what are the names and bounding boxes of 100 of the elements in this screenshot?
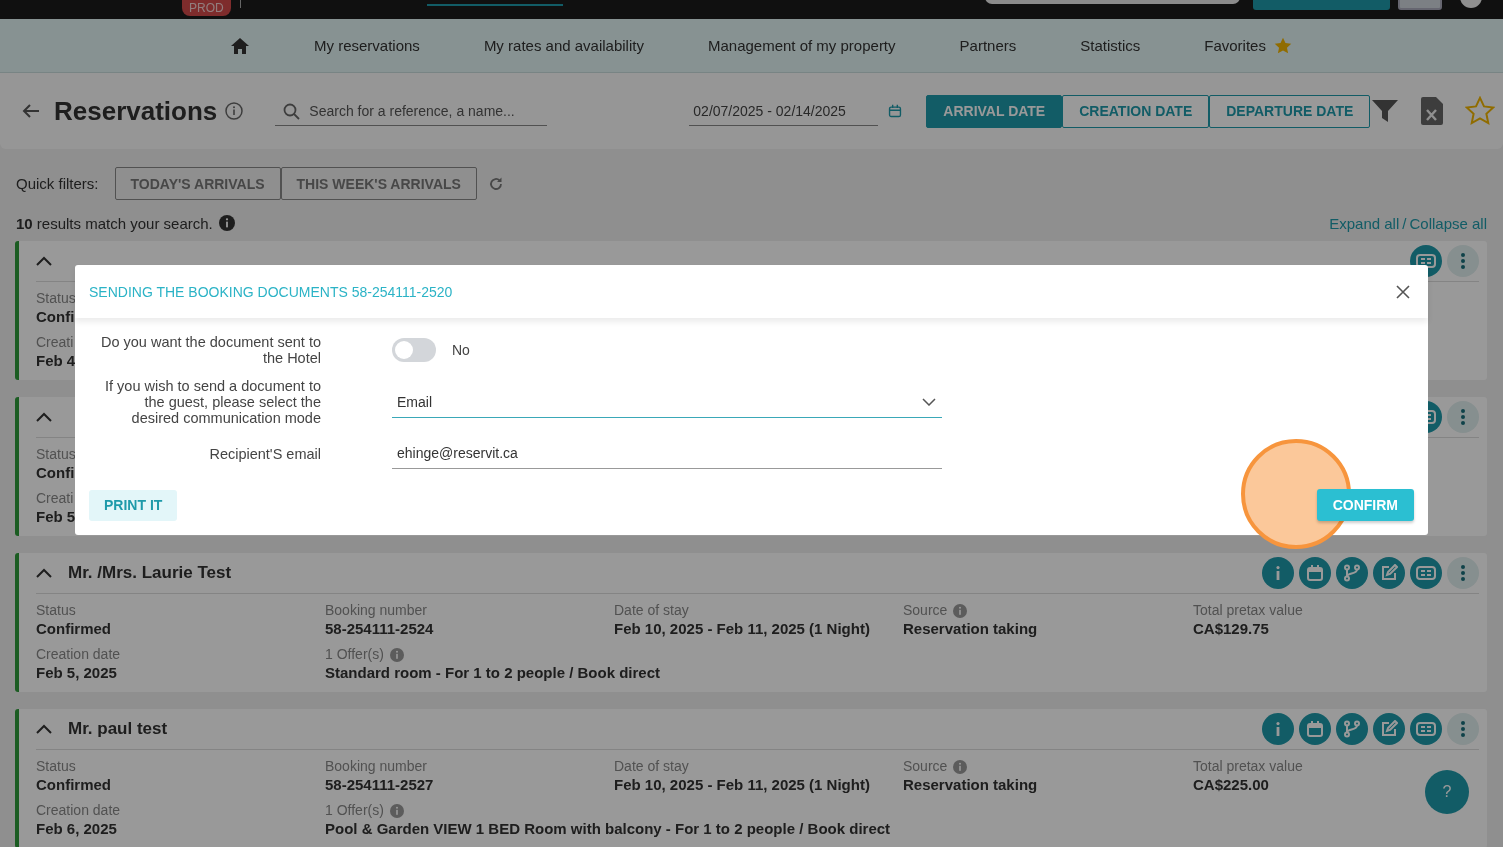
field-value: Confirmed <box>36 619 111 638</box>
more-icon <box>1461 721 1465 737</box>
info-icon <box>389 803 404 818</box>
filter-icon[interactable] <box>1371 99 1399 123</box>
field-value: Feb 10, 2025 - Feb 11, 2025 (1 Night) <box>614 775 870 794</box>
field-label: Creati <box>36 490 74 507</box>
field-label: Date of stay <box>614 758 689 775</box>
field-value: Reservation taking <box>903 619 1038 638</box>
chevron-up-icon[interactable] <box>36 568 52 578</box>
quick-filter-button[interactable]: TODAY'S ARRIVALS <box>114 167 281 200</box>
back-arrow-icon[interactable] <box>22 103 40 119</box>
calendar-icon[interactable] <box>888 104 903 118</box>
toggle-state: No <box>452 342 470 358</box>
info-icon <box>389 647 404 662</box>
field-label: Booking number <box>325 758 427 775</box>
field-label: Status <box>36 758 76 775</box>
toggle-button[interactable] <box>1398 0 1442 10</box>
more-button[interactable] <box>1447 245 1479 277</box>
field-value: CA$129.75 <box>1193 619 1269 638</box>
dialog-title: SENDING THE BOOKING DOCUMENTS 58-254111-2520 <box>89 283 453 300</box>
field-label: Total pretax value <box>1193 602 1303 619</box>
search-field[interactable]: Search for a reference, a name... <box>275 96 548 126</box>
field-label: 1 Offer(s) <box>325 646 384 663</box>
field-label: Date of stay <box>614 602 689 619</box>
nav-link[interactable]: My rates and availability <box>483 37 644 54</box>
form-label: Recipient'S email <box>208 445 321 462</box>
info-icon <box>953 603 968 618</box>
quick-filter-button[interactable]: THIS WEEK'S ARRIVALS <box>280 167 477 200</box>
guest-name: Mr. /Mrs. Laurie Test <box>68 563 232 583</box>
more-icon <box>1461 253 1465 269</box>
branch-icon <box>1343 564 1361 582</box>
mode-dropdown[interactable]: Email <box>392 386 942 418</box>
field-value: Feb 6, 2025 <box>36 819 117 838</box>
payment-card-icon <box>1416 721 1436 737</box>
field-label: Source <box>903 758 948 775</box>
info-icon[interactable] <box>225 102 244 120</box>
field-value: CA$225.00 <box>1193 775 1269 794</box>
calendar-icon <box>1306 564 1324 582</box>
field-value: Feb 5, 2025 <box>36 663 117 682</box>
field-value: Confirmed <box>36 775 111 794</box>
results-count: 10 results match your search. <box>16 214 213 232</box>
field-label: Status <box>36 446 76 463</box>
quick-filters-label: Quick filters: <box>16 175 99 192</box>
field-value: Standard room - For 1 to 2 people / Book direct <box>325 663 661 682</box>
field-label: Creati <box>36 334 74 351</box>
page-title: Reservations <box>54 95 218 127</box>
star-icon <box>1273 36 1292 55</box>
search-icon <box>283 103 301 120</box>
field-label: Booking number <box>325 602 427 619</box>
field-value: 58-254111-2524 <box>325 619 434 638</box>
more-button[interactable] <box>1447 713 1479 745</box>
payment-card-icon <box>1416 565 1436 581</box>
nav-link[interactable]: Management of my property <box>707 37 896 54</box>
field-value: Confi <box>36 307 75 326</box>
nav-link[interactable]: Partners <box>959 37 1017 54</box>
chevron-down-icon <box>922 397 936 406</box>
environment-badge: PROD <box>182 0 231 16</box>
field-value: Confi <box>36 463 75 482</box>
branch-icon <box>1343 720 1361 738</box>
separator: / <box>1402 214 1407 232</box>
field-label: Total pretax value <box>1193 758 1303 775</box>
collapse-all-link[interactable]: Collapse all <box>1409 214 1487 232</box>
star-outline-icon[interactable] <box>1465 96 1495 126</box>
more-button[interactable] <box>1447 557 1479 589</box>
print-button[interactable]: PRINT IT <box>89 489 178 521</box>
field-value: 58-254111-2527 <box>325 775 434 794</box>
confirm-button[interactable]: CONFIRM <box>1316 489 1414 521</box>
refresh-icon[interactable] <box>488 176 503 191</box>
home-icon[interactable] <box>230 36 250 55</box>
edit-icon <box>1380 720 1398 738</box>
more-icon <box>1461 409 1465 425</box>
field-value: Feb 4 <box>36 351 76 370</box>
date-mode-tab[interactable]: CREATION DATE <box>1062 94 1210 128</box>
field-label: Creation date <box>36 646 121 663</box>
field-value: Reservation taking <box>903 775 1038 794</box>
field-label: Status <box>36 602 76 619</box>
form-label: If you wish to send a document to the guest, please select the desired communication mode <box>104 378 321 426</box>
date-range-field[interactable]: 02/07/2025 - 02/14/2025 <box>689 96 879 126</box>
info-icon[interactable] <box>218 215 235 231</box>
info-icon <box>953 759 968 774</box>
info-icon <box>1276 722 1280 736</box>
chevron-up-icon[interactable] <box>36 724 52 734</box>
field-label: Creation date <box>36 802 121 819</box>
field-label: Status <box>36 290 76 307</box>
toggle-switch[interactable] <box>392 338 436 362</box>
nav-link[interactable]: Statistics <box>1080 37 1141 54</box>
more-icon <box>1461 565 1465 581</box>
nav-link[interactable]: My reservations <box>314 37 420 54</box>
chevron-up-icon[interactable] <box>36 412 52 422</box>
more-button[interactable] <box>1447 401 1479 433</box>
edit-icon <box>1380 564 1398 582</box>
nav-link[interactable]: Favorites <box>1204 37 1266 54</box>
date-mode-tab[interactable]: DEPARTURE DATE <box>1209 94 1371 128</box>
expand-all-link[interactable]: Expand all <box>1329 214 1400 232</box>
field-value: Pool & Garden VIEW 1 BED Room with balcony - For 1 to 2 people / Book direct <box>325 819 891 838</box>
field-value: Feb 5 <box>36 507 76 526</box>
field-value: Feb 10, 2025 - Feb 11, 2025 (1 Night) <box>614 619 870 638</box>
chevron-up-icon[interactable] <box>36 256 52 266</box>
date-mode-tab[interactable]: ARRIVAL DATE <box>926 94 1063 128</box>
excel-file-icon[interactable] <box>1421 97 1443 125</box>
